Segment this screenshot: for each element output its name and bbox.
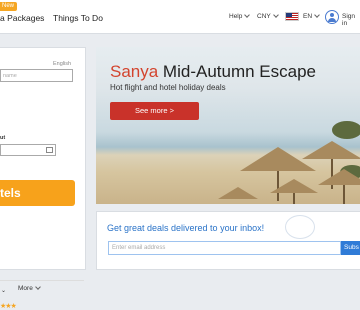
- calendar-icon[interactable]: [46, 147, 53, 153]
- beach-umbrella: [270, 179, 318, 193]
- banner-title-rest: Mid-Autumn Escape: [158, 62, 316, 81]
- beach-umbrella: [302, 141, 360, 159]
- nav-packages[interactable]: a Packages: [0, 13, 44, 23]
- umbrella-pole: [343, 185, 345, 204]
- chevron-down-icon: [272, 12, 279, 18]
- search-panel: English name ut tels ⌄ More ★★★: [0, 47, 86, 310]
- sign-in-link[interactable]: Sign in: [342, 13, 360, 27]
- new-badge: New: [0, 2, 18, 11]
- user-icon[interactable]: [325, 10, 339, 24]
- banner-title: Sanya Mid-Autumn Escape: [110, 62, 316, 82]
- banner-title-accent: Sanya: [110, 62, 159, 81]
- email-placeholder: Enter email address: [112, 245, 166, 251]
- beach-shrub: [332, 121, 360, 139]
- banner-subtitle: Hot flight and hotel holiday deals: [110, 83, 226, 92]
- beach-umbrella: [218, 187, 258, 199]
- email-field[interactable]: Enter email address: [108, 241, 341, 255]
- us-flag-icon[interactable]: [285, 12, 299, 21]
- help-menu[interactable]: Help: [229, 12, 251, 20]
- chevron-down-icon[interactable]: ⌄: [1, 287, 6, 294]
- destination-input[interactable]: name: [0, 69, 73, 82]
- newsletter-section: Get great deals delivered to your inbox!…: [96, 211, 360, 270]
- more-label: More: [18, 285, 33, 292]
- checkout-date-input[interactable]: [0, 144, 56, 156]
- more-filter[interactable]: More: [18, 284, 41, 292]
- top-navigation-bar: New a Packages Things To Do Help CNY EN …: [0, 0, 360, 34]
- currency-menu[interactable]: CNY: [257, 12, 279, 20]
- star-rating[interactable]: ★★★: [0, 302, 17, 310]
- language-hint: English: [53, 61, 72, 67]
- chevron-down-icon: [314, 12, 320, 18]
- language-menu[interactable]: EN: [303, 12, 320, 20]
- help-label: Help: [229, 13, 243, 20]
- envelope-seal-icon: [285, 215, 315, 239]
- beach-umbrella: [318, 169, 360, 185]
- nav-things-to-do[interactable]: Things To Do: [53, 13, 103, 23]
- currency-label: CNY: [257, 13, 271, 20]
- search-hotels-button[interactable]: tels: [0, 180, 75, 206]
- divider: [0, 280, 84, 281]
- language-label: EN: [303, 13, 313, 20]
- umbrella-pole: [293, 193, 295, 204]
- subscribe-button[interactable]: Subs: [341, 241, 360, 255]
- chevron-down-icon: [34, 284, 41, 290]
- chevron-down-icon: [244, 12, 251, 18]
- destination-placeholder: name: [3, 73, 17, 79]
- checkout-label: ut: [0, 135, 6, 141]
- see-more-button[interactable]: See more >: [110, 102, 199, 120]
- newsletter-title: Get great deals delivered to your inbox!: [107, 223, 265, 233]
- promo-banner[interactable]: Sanya Mid-Autumn Escape Hot flight and h…: [96, 47, 360, 204]
